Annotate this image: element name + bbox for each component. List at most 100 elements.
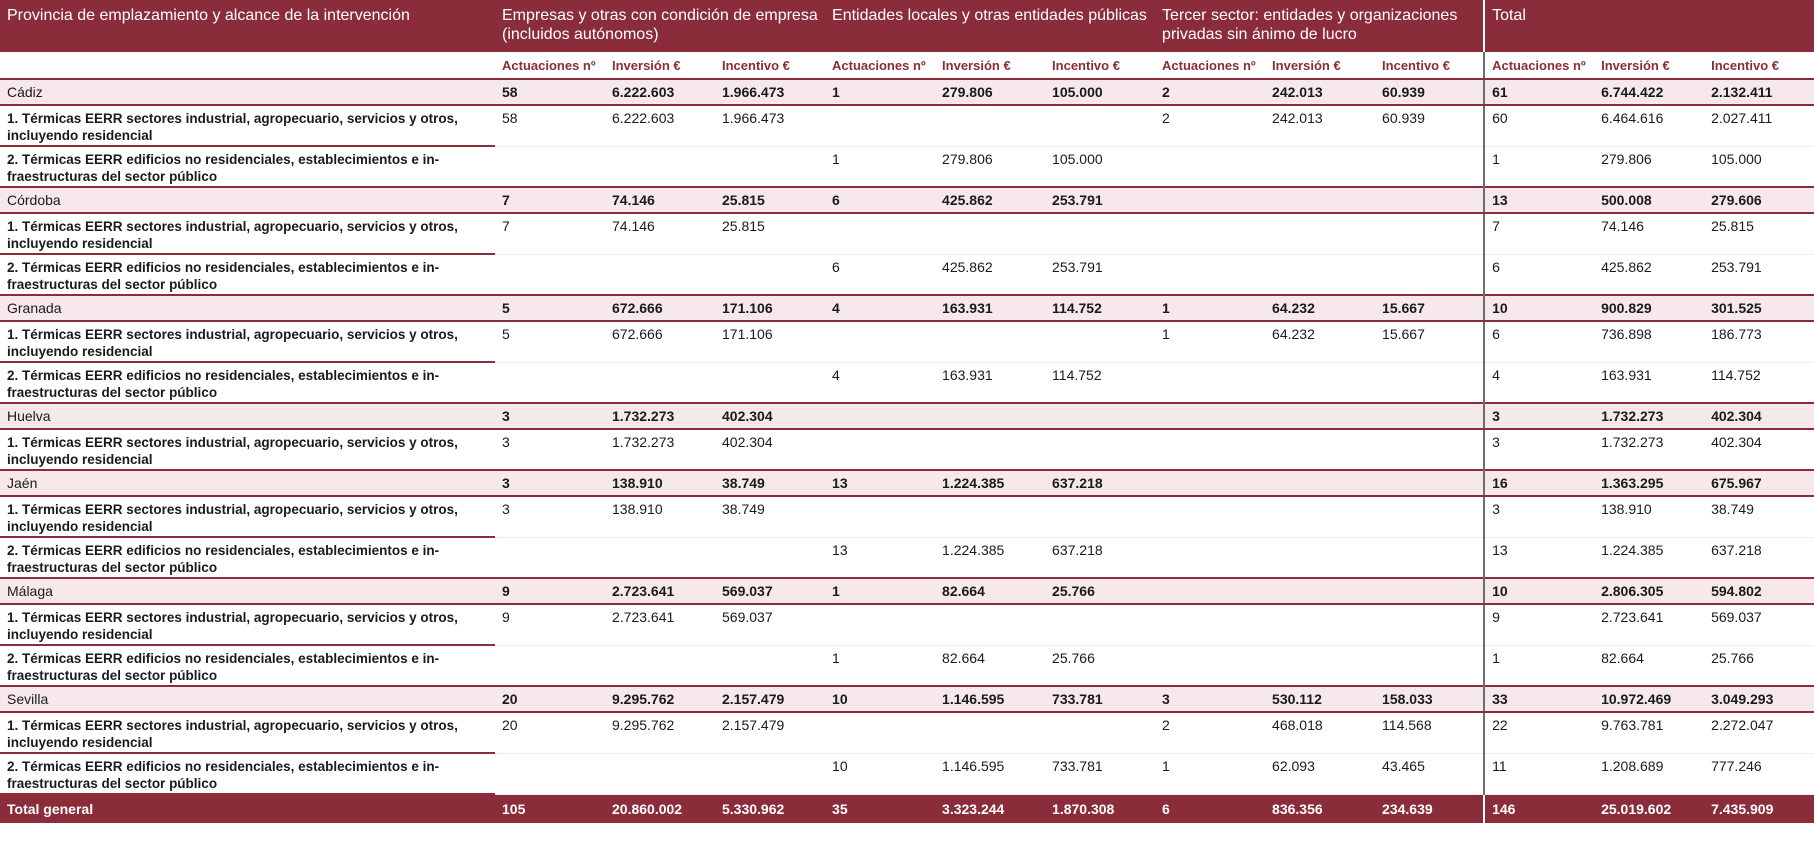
table-cell [605,254,715,296]
table-cell [605,537,715,579]
table-cell: 33 [1484,685,1595,713]
table-cell: 569.037 [1704,604,1814,646]
table-cell: 138.910 [1594,496,1705,538]
table-cell: 13 [1484,186,1595,214]
province-row: Cádiz 58 6.222.603 1.966.473 1 279.806 105.000… [0,78,1814,106]
table-cell: 6.222.603 [605,78,715,106]
detail-row: 1. Térmicas EERR sectores industrial, ag… [0,213,1814,255]
table-cell: 25.766 [1045,645,1156,687]
table-cell [495,146,605,188]
table-cell: 836.356 [1265,794,1376,823]
data-table: Provincia de emplazamiento y alcance de … [0,0,1814,823]
table-cell: 242.013 [1265,78,1376,106]
table-cell: 10 [1484,577,1595,605]
table-cell [1265,362,1376,404]
table-cell: 1.966.473 [715,78,826,106]
table-cell: 43.465 [1375,753,1486,795]
table-cell [825,604,936,646]
table-cell: 1 [825,78,936,106]
table-cell: 35 [825,794,936,823]
table-cell: 3 [1155,685,1266,713]
table-cell: 1.146.595 [935,685,1046,713]
table-cell [1375,469,1486,497]
detail-row-label: 2. Térmicas EERR edificios no residencia… [0,753,495,795]
table-cell [1155,213,1266,255]
table-cell [1155,577,1266,605]
table-cell: 9.295.762 [605,712,715,754]
sub-header-actuaciones: Actuaciones nº [495,52,605,80]
total-row-label: Total general [0,794,495,823]
table-cell: 64.232 [1265,321,1376,363]
table-cell: 60 [1484,105,1595,147]
group-header-total: Total [1484,0,1814,52]
table-cell: 10 [825,685,936,713]
table-cell [935,429,1046,471]
province-row-label: Sevilla [0,685,495,713]
table-cell: 82.664 [935,577,1046,605]
column-header-province: Provincia de emplazamiento y alcance de … [0,0,495,52]
detail-row-label: 2. Térmicas EERR edificios no residencia… [0,146,495,188]
table-cell: 1 [1155,753,1266,795]
table-cell [1155,254,1266,296]
table-cell: 900.829 [1594,294,1705,322]
table-cell: 733.781 [1045,753,1156,795]
table-cell: 10 [1484,294,1595,322]
table-cell [1265,402,1376,430]
detail-row-label: 2. Térmicas EERR edificios no residencia… [0,537,495,579]
table-cell: 60.939 [1375,105,1486,147]
table-cell [715,362,826,404]
table-body: Cádiz 58 6.222.603 1.966.473 1 279.806 105.000… [0,78,1814,823]
table-cell: 6 [1484,254,1595,296]
table-cell [1155,469,1266,497]
table-cell [935,402,1046,430]
table-cell: 2.157.479 [715,685,826,713]
table-cell: 279.606 [1704,186,1814,214]
table-cell: 4 [1484,362,1595,404]
province-row: Granada 5 672.666 171.106 4 163.931 114.752 1 64… [0,294,1814,322]
sub-header-blank [0,52,495,80]
table-cell: 171.106 [715,321,826,363]
detail-row: 2. Térmicas EERR edificios no residencia… [0,146,1814,188]
table-cell: 9 [1484,604,1595,646]
table-cell [825,496,936,538]
table-cell [1265,186,1376,214]
table-cell: 242.013 [1265,105,1376,147]
sub-header-incentivo: Incentivo € [1375,52,1486,80]
header-sub-row: Actuaciones nº Inversión € Incentivo € A… [0,52,1814,80]
province-row: Córdoba 7 74.146 25.815 6 425.862 253.791 13 500… [0,186,1814,214]
table-cell: 138.910 [605,469,715,497]
table-cell [825,712,936,754]
table-cell: 1.732.273 [605,402,715,430]
detail-row: 1. Térmicas EERR sectores industrial, ag… [0,429,1814,471]
detail-row-label: 1. Térmicas EERR sectores industrial, ag… [0,321,495,363]
table-cell: 1.870.308 [1045,794,1156,823]
table-cell [825,213,936,255]
table-cell: 114.568 [1375,712,1486,754]
sub-header-actuaciones: Actuaciones nº [825,52,936,80]
table-cell: 5 [495,294,605,322]
table-cell: 402.304 [715,429,826,471]
table-cell: 6 [825,254,936,296]
table-cell: 1.224.385 [1594,537,1705,579]
table-cell: 1.224.385 [935,469,1046,497]
sub-header-actuaciones: Actuaciones nº [1484,52,1595,80]
table-cell [935,712,1046,754]
table-cell: 637.218 [1704,537,1814,579]
table-cell: 38.749 [1704,496,1814,538]
table-cell: 569.037 [715,577,826,605]
table-cell: 530.112 [1265,685,1376,713]
table-cell: 569.037 [715,604,826,646]
table-cell [1265,496,1376,538]
table-cell: 9 [495,604,605,646]
table-cell: 301.525 [1704,294,1814,322]
table-cell: 6.464.616 [1594,105,1705,147]
table-cell [935,213,1046,255]
table-cell: 2.027.411 [1704,105,1814,147]
table-cell [1045,604,1156,646]
table-cell: 3 [1484,402,1595,430]
table-cell [1265,604,1376,646]
table-cell: 1.966.473 [715,105,826,147]
table-cell [605,753,715,795]
table-cell: 25.815 [1704,213,1814,255]
table-cell: 1.146.595 [935,753,1046,795]
